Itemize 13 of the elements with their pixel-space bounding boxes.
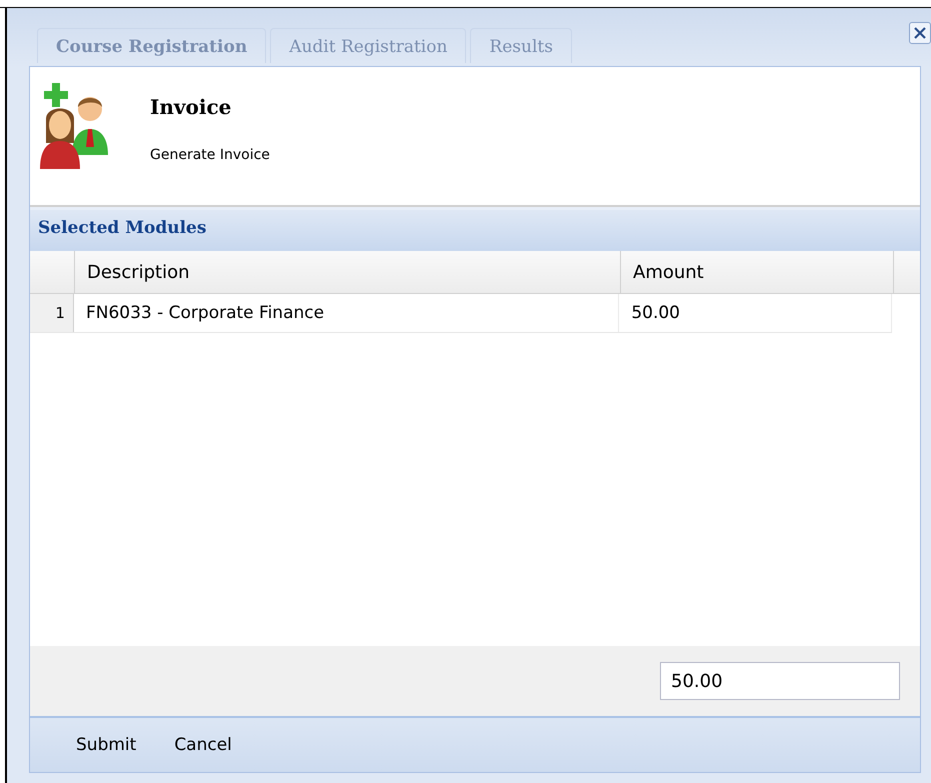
column-header[interactable]: Amount [621,251,894,293]
column-header[interactable]: Description [75,251,621,293]
dialog-button[interactable]: Submit [66,729,146,761]
header-title: Invoice [150,95,232,119]
section-title: Selected Modules [38,218,206,238]
total-field[interactable]: 50.00 [660,662,900,700]
table-cell: FN6033 - Corporate Finance [74,294,620,332]
dialog-button[interactable]: Cancel [164,729,242,761]
row-number: 1 [30,294,74,332]
header-subtitle: Generate Invoice [150,147,270,163]
table-cell: 50.00 [619,294,892,332]
close-button[interactable] [909,22,931,44]
close-icon [913,26,927,40]
